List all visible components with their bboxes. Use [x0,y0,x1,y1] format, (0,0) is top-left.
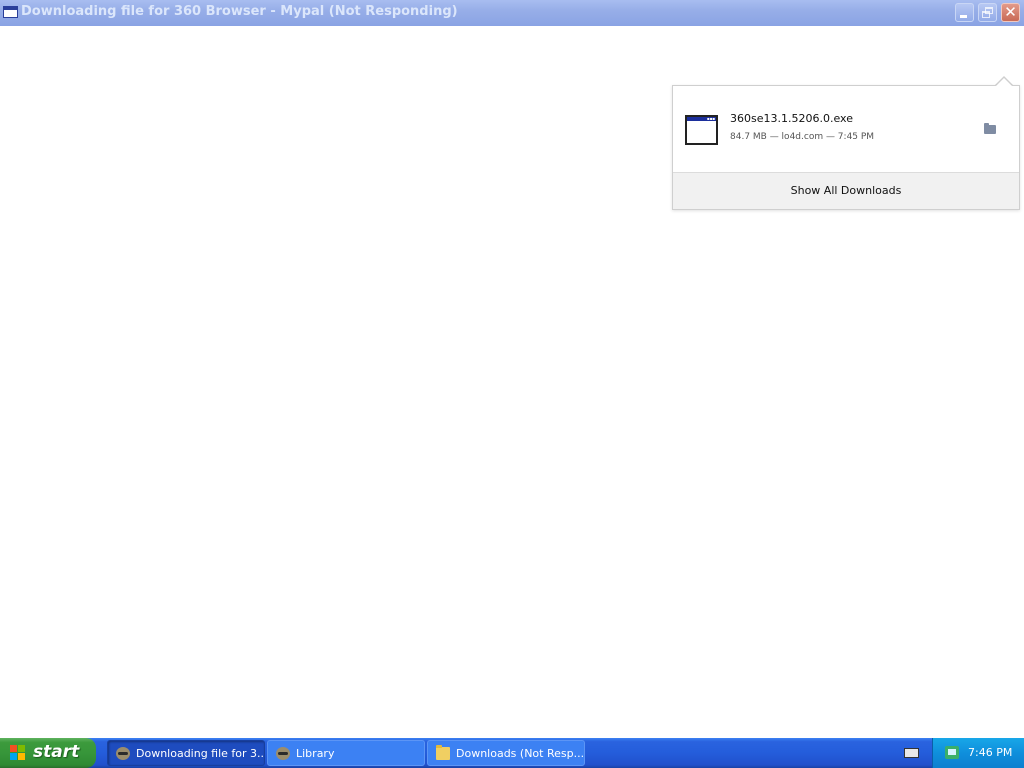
close-icon: ✕ [1004,3,1017,21]
keyboard-language-icon[interactable] [904,748,919,758]
download-meta: 84.7 MB — lo4d.com — 7:45 PM [730,132,875,142]
window-title: Downloading file for 360 Browser - Mypal… [21,4,458,19]
system-tray: 7:46 PM [932,738,1024,768]
task-label: Downloads (Not Resp... [456,747,585,760]
app-window-icon[interactable] [3,6,18,18]
download-filename: 360se13.1.5206.0.exe [730,112,853,125]
tray-clock[interactable]: 7:46 PM [968,738,1012,768]
task-label: Library [296,747,335,760]
mypal-raccoon-icon [276,747,290,760]
minimize-icon [960,15,967,18]
task-button-downloading[interactable]: Downloading file for 3... [107,740,265,766]
task-button-downloads-folder[interactable]: Downloads (Not Resp... [427,740,585,766]
windows-logo-icon [10,745,26,761]
show-all-downloads-button[interactable]: Show All Downloads [673,172,1019,209]
task-label: Downloading file for 3... [136,747,265,760]
folder-icon [436,745,450,760]
panel-pointer-arrow-fill [996,78,1012,86]
window-title-bar[interactable]: Downloading file for 360 Browser - Mypal… [0,0,1024,26]
application-window-icon: ▪▪▪ [685,115,718,145]
mypal-raccoon-icon [116,747,130,760]
downloads-panel: ▪▪▪ 360se13.1.5206.0.exe 84.7 MB — lo4d.… [672,85,1020,210]
task-button-library[interactable]: Library [267,740,425,766]
start-button[interactable]: start [0,738,96,768]
taskbar: start Downloading file for 3... Library … [0,738,1024,768]
close-button[interactable]: ✕ [1001,3,1020,22]
start-label: start [33,742,80,762]
download-item[interactable]: ▪▪▪ 360se13.1.5206.0.exe 84.7 MB — lo4d.… [673,86,1019,172]
restore-icon-back [982,11,990,18]
restore-button[interactable] [978,3,997,22]
minimize-button[interactable] [955,3,974,22]
open-folder-icon[interactable] [984,123,996,134]
network-icon[interactable] [945,746,959,759]
